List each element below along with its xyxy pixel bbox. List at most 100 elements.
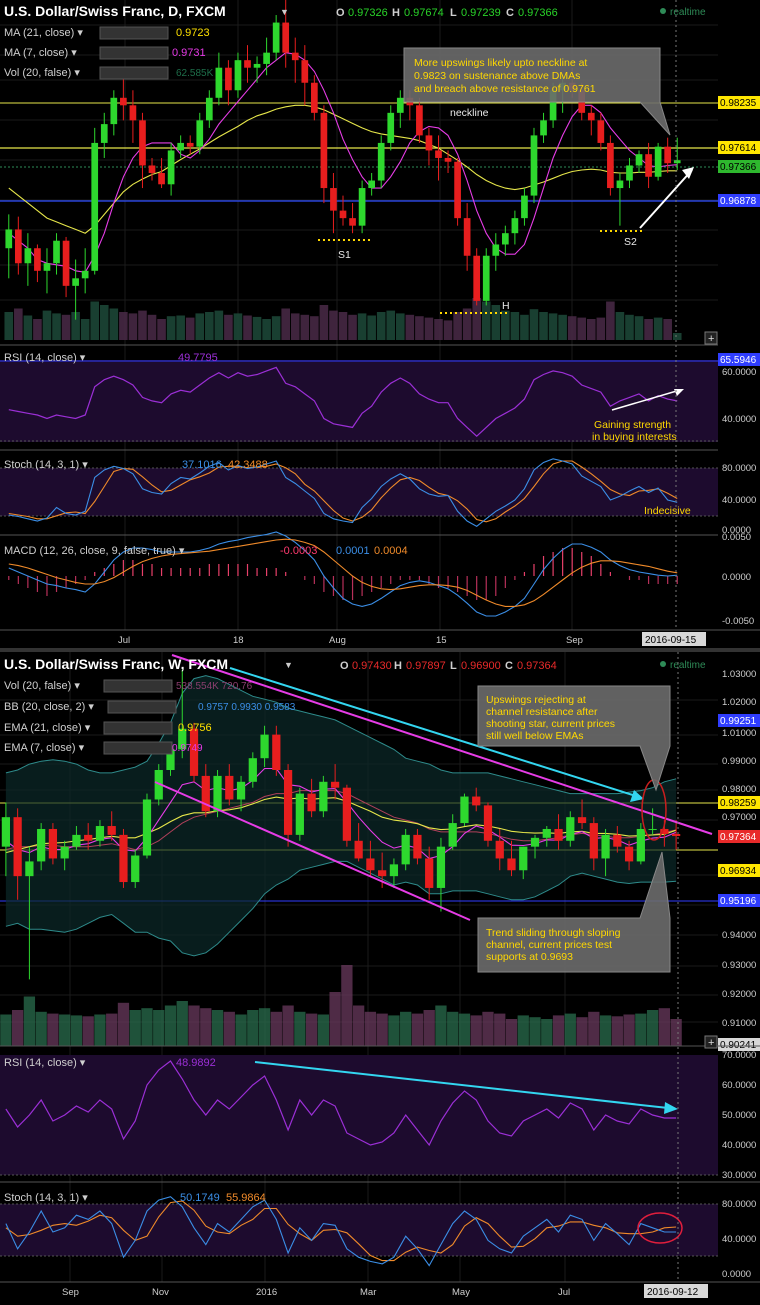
weekly-rsi-tick-0: 70.0000 bbox=[722, 1050, 756, 1061]
candle-body bbox=[473, 255, 481, 301]
candle-body bbox=[282, 22, 290, 53]
weekly-candle-body bbox=[119, 834, 128, 883]
chevron-down-icon[interactable]: ▼ bbox=[280, 7, 289, 17]
weekly-ema21-value: 0.9756 bbox=[178, 722, 212, 734]
daily-time-tick-3: 15 bbox=[436, 635, 447, 646]
weekly-candle-body bbox=[319, 781, 328, 812]
candle-body bbox=[158, 173, 165, 185]
weekly-volume-bar bbox=[623, 1014, 635, 1046]
weekly-volume-bar bbox=[247, 1010, 259, 1046]
daily-indicator-icons[interactable] bbox=[99, 26, 169, 80]
weekly-ohlc-l: 0.96900 bbox=[461, 660, 501, 672]
daily-stoch-label[interactable]: Stoch (14, 3, 1) ▾ bbox=[4, 459, 88, 471]
weekly-time-tick-5: Jul bbox=[558, 1287, 570, 1298]
volume-bar bbox=[4, 312, 14, 340]
weekly-price-tick-4: 0.98000 bbox=[722, 784, 756, 795]
candle-body bbox=[664, 146, 672, 164]
weekly-volume-bar bbox=[94, 1014, 106, 1046]
weekly-ohlc-l-label: L bbox=[450, 660, 457, 672]
volume-bar bbox=[90, 301, 100, 340]
chevron-down-icon[interactable]: ▼ bbox=[284, 660, 293, 670]
candle-body bbox=[416, 105, 423, 136]
weekly-price-tick-2: 1.01000 bbox=[722, 728, 756, 739]
volume-bar bbox=[300, 314, 310, 340]
daily-stoch-band bbox=[0, 468, 718, 516]
rsi-annotation-line-1: Gaining strength bbox=[594, 419, 671, 431]
weekly-candle-body bbox=[107, 826, 116, 835]
candle-body bbox=[425, 135, 433, 151]
weekly-rsi-value: 48.9892 bbox=[176, 1057, 216, 1069]
weekly-price-tick-9: 0.91000 bbox=[722, 1018, 756, 1029]
weekly-volume-bar bbox=[352, 1005, 365, 1046]
volume-bar bbox=[195, 313, 205, 340]
candle-body bbox=[396, 97, 404, 113]
weekly-candle-body bbox=[542, 828, 551, 838]
weekly-volume-bar bbox=[223, 1011, 235, 1046]
daily-ma21-label[interactable]: MA (21, close) ▾ bbox=[4, 27, 83, 39]
weekly-annotation-bottom-1: Trend sliding through sloping bbox=[486, 927, 621, 939]
daily-ohlc-h: 0.97674 bbox=[404, 7, 444, 19]
weekly-stoch-label[interactable]: Stoch (14, 3, 1) ▾ bbox=[4, 1192, 88, 1204]
weekly-price-tick-7: 0.93000 bbox=[722, 960, 756, 971]
daily-macd-tick-1: 0.0000 bbox=[722, 572, 751, 583]
volume-bar bbox=[157, 319, 166, 340]
realtime-dot-icon bbox=[660, 8, 666, 14]
weekly-volume-bar bbox=[670, 1019, 682, 1046]
volume-bar bbox=[329, 310, 338, 340]
daily-annotation-line-2: 0.9823 on sustenance above DMAs bbox=[414, 70, 580, 82]
daily-vol-label[interactable]: Vol (20, false) ▾ bbox=[4, 67, 80, 79]
daily-macd-v1: -0.0003 bbox=[280, 545, 317, 557]
daily-ma7-label[interactable]: MA (7, close) ▾ bbox=[4, 47, 77, 59]
weekly-volume-bar bbox=[423, 1010, 435, 1046]
volume-bar bbox=[33, 319, 42, 340]
weekly-stoch-tick-0: 80.0000 bbox=[722, 1199, 756, 1210]
svg-text:+: + bbox=[708, 1037, 714, 1049]
daily-macd-label[interactable]: MACD (12, 26, close, 9, false, true) ▾ bbox=[4, 545, 185, 557]
weekly-volume-bar bbox=[317, 1014, 330, 1046]
weekly-time-tick-2: 2016 bbox=[256, 1287, 277, 1298]
daily-annotation-line-1: More upswings likely upto neckline at bbox=[414, 57, 587, 69]
weekly-volume-bar bbox=[23, 996, 36, 1046]
daily-stoch-k: 37.1016 bbox=[182, 459, 222, 471]
weekly-tag-0.9693: 0.96934 bbox=[720, 866, 757, 877]
daily-time-tick-0: Jul bbox=[118, 635, 130, 646]
volume-bar bbox=[644, 319, 653, 340]
weekly-vol-label[interactable]: Vol (20, false) ▾ bbox=[4, 680, 80, 692]
candle-body bbox=[148, 165, 156, 174]
weekly-volume-bar bbox=[117, 1002, 130, 1046]
volume-bar bbox=[176, 315, 185, 340]
volume-bar bbox=[395, 313, 405, 340]
weekly-ohlc-h: 0.97897 bbox=[406, 660, 446, 672]
volume-bar bbox=[376, 312, 386, 340]
weekly-volume-bar bbox=[447, 1011, 459, 1046]
daily-symbol-title[interactable]: U.S. Dollar/Swiss Franc, D, FXCM bbox=[4, 3, 226, 19]
candle-body bbox=[110, 97, 118, 125]
daily-ma21-value: 0.9723 bbox=[176, 27, 210, 39]
daily-ohlc-c: 0.97366 bbox=[518, 7, 558, 19]
weekly-ohlc-o: 0.97430 bbox=[352, 660, 392, 672]
weekly-candle-body bbox=[401, 834, 410, 865]
rsi-annotation-line-2: in buying interests bbox=[592, 431, 677, 443]
candle-body bbox=[272, 22, 280, 53]
candle-body bbox=[81, 270, 89, 279]
weekly-candle-body bbox=[601, 834, 610, 859]
weekly-volume-bar bbox=[646, 1010, 659, 1046]
weekly-bb-label[interactable]: BB (20, close, 2) ▾ bbox=[4, 701, 94, 713]
weekly-volume-bar bbox=[611, 1016, 623, 1046]
weekly-candle-body bbox=[460, 796, 469, 824]
weekly-rsi-label[interactable]: RSI (14, close) ▾ bbox=[4, 1057, 86, 1069]
weekly-price-tick-0: 1.03000 bbox=[722, 669, 756, 680]
label-s1: S1 bbox=[338, 249, 351, 261]
weekly-ema7-label[interactable]: EMA (7, close) ▾ bbox=[4, 742, 85, 754]
volume-bar bbox=[128, 313, 138, 340]
candle-body bbox=[100, 124, 108, 143]
daily-rsi-label[interactable]: RSI (14, close) ▾ bbox=[4, 352, 86, 364]
daily-rsi-value: 49.7795 bbox=[178, 352, 218, 364]
daily-macd-v2: 0.0001 bbox=[336, 545, 370, 557]
weekly-candle-body bbox=[354, 840, 363, 859]
weekly-ema7-value: 0.9749 bbox=[172, 743, 203, 754]
weekly-ema21-label[interactable]: EMA (21, close) ▾ bbox=[4, 722, 91, 734]
volume-bar bbox=[653, 317, 663, 340]
candle-body bbox=[72, 278, 79, 286]
weekly-symbol-title[interactable]: U.S. Dollar/Swiss Franc, W, FXCM bbox=[4, 656, 228, 672]
